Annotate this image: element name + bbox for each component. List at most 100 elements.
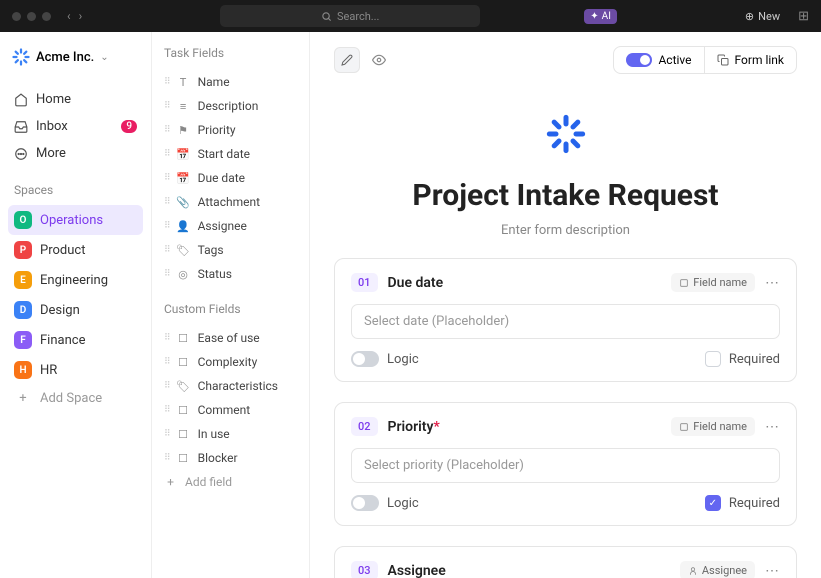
field-in-use[interactable]: ⠿☐In use xyxy=(160,422,301,446)
task-fields-label: Task Fields xyxy=(160,46,301,60)
field-input[interactable]: Select date (Placeholder) xyxy=(351,304,780,339)
field-label: Name xyxy=(198,75,230,89)
form-field-priority[interactable]: 02 Priority* Field name ⋯ Select priorit… xyxy=(334,402,797,526)
plus-circle-icon: ⊕ xyxy=(745,10,754,23)
home-icon xyxy=(14,93,28,107)
logic-toggle[interactable] xyxy=(351,351,379,367)
required-toggle[interactable]: ✓ Required xyxy=(705,495,780,511)
space-design[interactable]: DDesign xyxy=(8,295,143,325)
ai-badge[interactable]: ✦ AI xyxy=(584,9,617,24)
field-tags[interactable]: ⠿🏷Tags xyxy=(160,238,301,262)
space-label: Finance xyxy=(40,333,85,348)
drag-handle-icon[interactable]: ⠿ xyxy=(164,381,169,391)
drag-handle-icon[interactable]: ⠿ xyxy=(164,405,169,415)
field-menu-button[interactable]: ⋯ xyxy=(765,275,780,291)
field-name-label[interactable]: Due date xyxy=(388,275,444,291)
field-menu-button[interactable]: ⋯ xyxy=(765,563,780,578)
field-complexity[interactable]: ⠿☐Complexity xyxy=(160,350,301,374)
back-button[interactable]: ‹ xyxy=(67,9,71,23)
add-field-button[interactable]: + Add field xyxy=(160,470,301,494)
drag-handle-icon[interactable]: ⠿ xyxy=(164,197,169,207)
edit-mode-button[interactable] xyxy=(334,47,360,73)
space-label: Operations xyxy=(40,213,103,228)
form-description[interactable]: Enter form description xyxy=(334,223,797,238)
fields-panel: Task Fields ⠿TName⠿≡Description⠿⚑Priorit… xyxy=(152,32,310,578)
required-toggle[interactable]: Required xyxy=(705,351,780,367)
drag-handle-icon[interactable]: ⠿ xyxy=(164,101,169,111)
form-field-due-date[interactable]: 01 Due date Field name ⋯ Select date (Pl… xyxy=(334,258,797,382)
nav-more[interactable]: More xyxy=(8,140,143,167)
space-badge-icon: F xyxy=(14,331,32,349)
link-icon xyxy=(717,54,729,66)
field-attachment[interactable]: ⠿📎Attachment xyxy=(160,190,301,214)
field-assignee[interactable]: ⠿ 👤 Assignee xyxy=(160,214,301,238)
field-comment[interactable]: ⠿☐Comment xyxy=(160,398,301,422)
active-switch[interactable] xyxy=(626,53,652,67)
drag-handle-icon[interactable]: ⠿ xyxy=(164,221,169,231)
custom-fields-label: Custom Fields xyxy=(160,302,301,316)
traffic-light[interactable] xyxy=(42,12,51,21)
drag-handle-icon[interactable]: ⠿ xyxy=(164,269,169,279)
more-icon xyxy=(14,147,28,161)
space-hr[interactable]: HHR xyxy=(8,355,143,385)
active-toggle[interactable]: Active xyxy=(614,47,704,73)
workspace-switcher[interactable]: Acme Inc. ⌄ xyxy=(8,44,143,70)
field-type-icon: 📎 xyxy=(177,196,190,209)
field-due-date[interactable]: ⠿📅Due date xyxy=(160,166,301,190)
drag-handle-icon[interactable]: ⠿ xyxy=(164,429,169,439)
space-badge-icon: P xyxy=(14,241,32,259)
new-button[interactable]: ⊕ New xyxy=(745,10,780,23)
drag-handle-icon[interactable]: ⠿ xyxy=(164,125,169,135)
form-field-assignee[interactable]: 03 Assignee Assignee ⋯ xyxy=(334,546,797,578)
nav-home[interactable]: Home xyxy=(8,86,143,113)
chevron-down-icon: ⌄ xyxy=(100,52,108,63)
field-tag-button[interactable]: Field name xyxy=(671,417,755,436)
drag-handle-icon[interactable]: ⠿ xyxy=(164,77,169,87)
field-ease-of-use[interactable]: ⠿☐Ease of use xyxy=(160,326,301,350)
field-tag-button[interactable]: Assignee xyxy=(680,561,755,578)
field-name[interactable]: ⠿TName xyxy=(160,70,301,94)
space-finance[interactable]: F Finance xyxy=(8,325,143,355)
drag-handle-icon[interactable]: ⠿ xyxy=(164,245,169,255)
logic-toggle[interactable] xyxy=(351,495,379,511)
field-tag-button[interactable]: Field name xyxy=(671,273,755,292)
search-input[interactable]: Search... xyxy=(220,5,480,27)
field-menu-button[interactable]: ⋯ xyxy=(765,419,780,435)
checkbox-icon: ✓ xyxy=(705,495,721,511)
field-label: Assignee xyxy=(198,219,247,233)
form-link-button[interactable]: Form link xyxy=(705,47,796,73)
drag-handle-icon[interactable]: ⠿ xyxy=(164,453,169,463)
field-label: Description xyxy=(198,99,259,113)
apps-grid-icon[interactable]: ⊞ xyxy=(798,9,809,24)
drag-handle-icon[interactable]: ⠿ xyxy=(164,333,169,343)
forward-button[interactable]: › xyxy=(79,9,83,23)
preview-button[interactable] xyxy=(366,47,392,73)
field-number: 03 xyxy=(351,561,378,578)
field-characteristics[interactable]: ⠿🏷Characteristics xyxy=(160,374,301,398)
field-start-date[interactable]: ⠿📅Start date xyxy=(160,142,301,166)
add-space-button[interactable]: + Add Space xyxy=(8,385,143,412)
nav-inbox[interactable]: Inbox 9 xyxy=(8,113,143,140)
field-type-icon: ⚑ xyxy=(177,124,190,137)
field-name-label[interactable]: Assignee xyxy=(388,563,446,578)
form-title[interactable]: Project Intake Request xyxy=(334,178,797,213)
field-label: Status xyxy=(198,267,232,281)
field-name-label[interactable]: Priority* xyxy=(388,419,440,435)
field-type-icon: 👤 xyxy=(177,220,190,233)
drag-handle-icon[interactable]: ⠿ xyxy=(164,173,169,183)
space-operations[interactable]: OOperations xyxy=(8,205,143,235)
traffic-light[interactable] xyxy=(27,12,36,21)
field-blocker[interactable]: ⠿☐Blocker xyxy=(160,446,301,470)
field-input[interactable]: Select priority (Placeholder) xyxy=(351,448,780,483)
space-engineering[interactable]: EEngineering xyxy=(8,265,143,295)
field-priority[interactable]: ⠿⚑Priority xyxy=(160,118,301,142)
field-status[interactable]: ⠿ ◎ Status xyxy=(160,262,301,286)
drag-handle-icon[interactable]: ⠿ xyxy=(164,149,169,159)
drag-handle-icon[interactable]: ⠿ xyxy=(164,357,169,367)
field-description[interactable]: ⠿≡Description xyxy=(160,94,301,118)
hash-icon xyxy=(679,278,689,288)
space-product[interactable]: PProduct xyxy=(8,235,143,265)
traffic-light[interactable] xyxy=(12,12,21,21)
field-type-icon: 📅 xyxy=(177,148,190,161)
field-type-icon: ◎ xyxy=(177,268,190,281)
